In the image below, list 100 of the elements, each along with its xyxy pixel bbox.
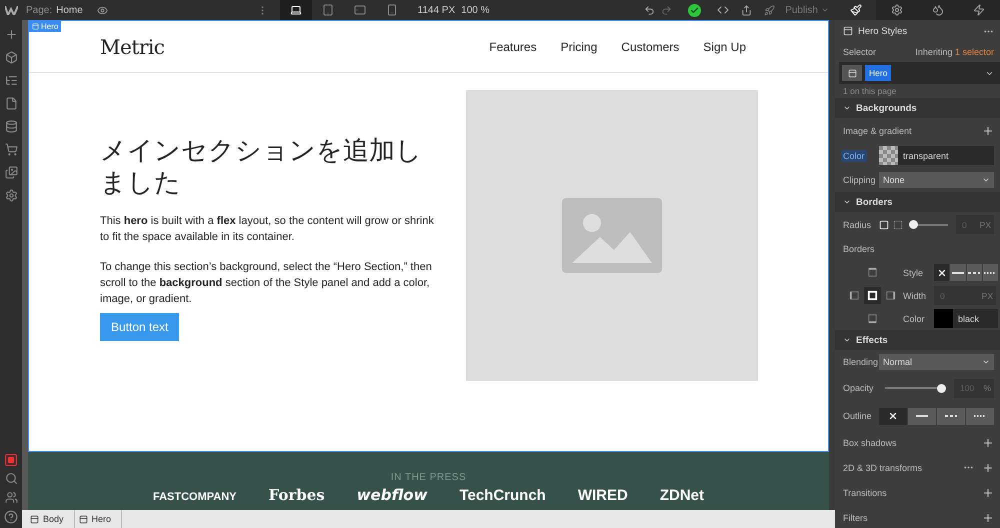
unit-label: % xyxy=(983,378,994,398)
property-label: Radius xyxy=(843,220,872,230)
border-style-button[interactable] xyxy=(982,264,998,281)
element-icon xyxy=(30,514,39,524)
slider-thumb[interactable] xyxy=(909,220,918,229)
selector-type-button[interactable] xyxy=(842,65,862,81)
search-icon[interactable] xyxy=(4,472,18,485)
property-label: Blending xyxy=(843,357,879,367)
record-icon[interactable] xyxy=(5,454,17,466)
press-logo: ZDNet xyxy=(660,489,704,503)
help-icon[interactable] xyxy=(4,510,18,524)
add-button[interactable] xyxy=(982,512,994,524)
navigator-icon[interactable] xyxy=(4,74,18,87)
color-field[interactable]: transparent xyxy=(879,146,994,165)
press-logo: FASTCOMPANY xyxy=(152,490,236,504)
tablet-landscape-icon xyxy=(354,4,366,16)
breadcrumb[interactable]: Body xyxy=(26,510,75,528)
phone-icon xyxy=(386,4,398,16)
border-right-icon xyxy=(884,290,896,301)
page-label: Page: xyxy=(26,4,52,16)
add-icon xyxy=(982,124,994,136)
element-icon xyxy=(32,23,39,30)
page-icon[interactable] xyxy=(4,97,18,110)
database-icon[interactable] xyxy=(4,120,18,133)
color-field[interactable]: black xyxy=(934,309,998,328)
press-title: IN THE PRESS xyxy=(390,472,466,483)
nav-link[interactable]: Sign Up xyxy=(703,40,746,54)
select-field[interactable]: Normal xyxy=(879,354,994,370)
add-button[interactable] xyxy=(982,462,994,474)
element-icon xyxy=(843,26,853,36)
border-side-button[interactable] xyxy=(864,287,880,304)
settings-icon[interactable] xyxy=(4,189,18,202)
code-icon xyxy=(717,4,730,16)
unit-label: PX xyxy=(982,286,996,305)
none-icon xyxy=(888,411,898,421)
brand-name[interactable]: Metric xyxy=(100,34,165,58)
page-name[interactable]: Home xyxy=(56,4,83,16)
bolt-icon xyxy=(973,4,986,16)
outline-style-button[interactable] xyxy=(908,408,936,424)
nav-link[interactable]: Pricing xyxy=(560,40,598,54)
border-all-icon xyxy=(866,290,878,301)
box-icon[interactable] xyxy=(4,51,18,64)
select-field[interactable]: None xyxy=(879,172,994,188)
chevron-down-icon xyxy=(843,336,851,344)
property-label: Color xyxy=(841,150,867,162)
border-style-button[interactable] xyxy=(934,264,950,281)
add-button[interactable] xyxy=(982,486,994,498)
selector-field[interactable]: Hero xyxy=(839,62,1000,84)
dashed-line-icon xyxy=(968,272,980,274)
chevron-down-icon xyxy=(821,6,829,14)
canvas-width: 1144 PX xyxy=(418,4,456,16)
add-button[interactable] xyxy=(982,436,994,448)
add-button[interactable] xyxy=(982,124,994,136)
press-logo: Forbes xyxy=(268,488,325,502)
solid-line-icon xyxy=(952,272,964,274)
chevron-down-icon xyxy=(843,198,851,206)
square-icon[interactable] xyxy=(879,220,889,230)
color-swatch xyxy=(879,146,898,165)
panel-title: Hero Styles xyxy=(858,26,908,36)
section-header[interactable]: Borders xyxy=(835,192,1000,212)
nav-link[interactable]: Features xyxy=(489,40,537,54)
outline-style-button[interactable] xyxy=(879,408,907,424)
press-logo: webflow xyxy=(356,488,428,502)
outline-style-button[interactable] xyxy=(937,408,965,424)
property-label: Transitions xyxy=(843,488,887,498)
images-icon[interactable] xyxy=(4,166,18,179)
drops-icon xyxy=(932,4,944,16)
status-check-icon[interactable] xyxy=(688,4,702,16)
class-tag[interactable]: Hero xyxy=(865,65,892,81)
outline-style-button[interactable] xyxy=(966,408,994,424)
section-header[interactable]: Backgrounds xyxy=(835,98,1000,118)
brush-icon xyxy=(850,4,862,16)
cart-icon[interactable] xyxy=(4,143,18,156)
device-button[interactable] xyxy=(280,0,312,20)
zoom-level: 100 % xyxy=(461,4,490,16)
selector-label: Selector xyxy=(843,47,876,57)
logo-icon[interactable] xyxy=(4,6,18,14)
add-icon[interactable] xyxy=(4,28,18,41)
redo-icon xyxy=(661,4,672,16)
property-label: Borders xyxy=(843,244,875,254)
chevron-down-icon xyxy=(843,104,851,112)
property-label: Clipping xyxy=(843,175,877,185)
dashed-square-icon[interactable] xyxy=(893,220,903,230)
add-icon xyxy=(982,462,994,474)
add-icon xyxy=(982,436,994,448)
brush-tab[interactable] xyxy=(835,0,876,20)
people-icon[interactable] xyxy=(4,491,18,504)
image-icon xyxy=(562,198,662,273)
property-label: Filters xyxy=(843,512,868,522)
slider-thumb[interactable] xyxy=(937,384,946,392)
eye-icon[interactable] xyxy=(96,4,108,16)
property-label: Style xyxy=(903,268,924,278)
breadcrumb[interactable]: Hero xyxy=(74,510,122,528)
border-bottom-icon xyxy=(866,313,878,324)
chevron-down-icon xyxy=(982,358,990,366)
section-header[interactable]: Effects xyxy=(835,330,1000,350)
solid-line-icon xyxy=(916,415,928,417)
border-style-button[interactable] xyxy=(966,264,982,281)
element-icon xyxy=(78,514,88,524)
nav-link[interactable]: Customers xyxy=(621,40,680,54)
